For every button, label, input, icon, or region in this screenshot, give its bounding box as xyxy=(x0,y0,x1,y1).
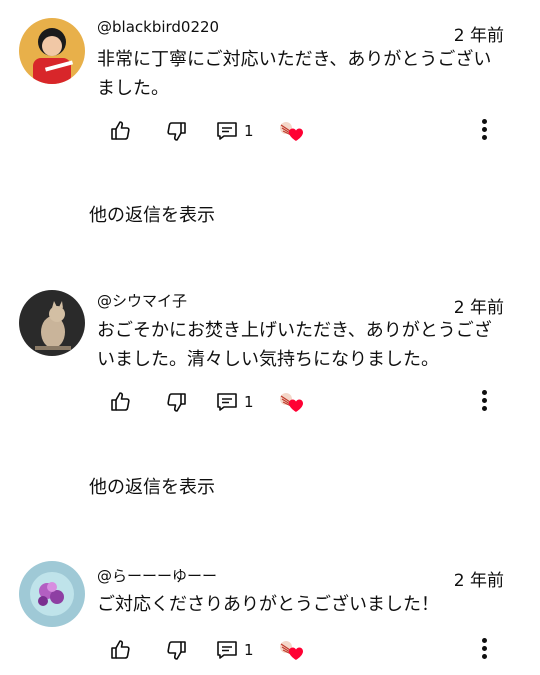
comment-time[interactable]: 2 年前 xyxy=(454,566,504,591)
more-options-button[interactable] xyxy=(474,116,494,146)
like-button[interactable] xyxy=(108,116,132,146)
avatar[interactable] xyxy=(19,561,85,627)
more-options-button[interactable] xyxy=(474,387,494,417)
show-more-replies-button[interactable]: 他の返信を表示 xyxy=(89,201,215,227)
dislike-icon xyxy=(167,393,186,412)
creator-heart-icon xyxy=(280,122,303,141)
like-icon xyxy=(111,640,130,659)
more-vert-icon xyxy=(482,119,487,124)
avatar[interactable] xyxy=(19,18,85,84)
dislike-button[interactable] xyxy=(165,387,189,417)
creator-heart-icon xyxy=(280,393,303,412)
comment-actions: 1 xyxy=(108,635,508,665)
reply-icon xyxy=(217,641,237,659)
dislike-button[interactable] xyxy=(165,116,189,146)
creator-heart xyxy=(277,635,305,665)
more-vert-icon xyxy=(482,638,487,643)
avatar[interactable] xyxy=(19,290,85,356)
comment-time[interactable]: 2 年前 xyxy=(454,21,504,46)
like-icon xyxy=(111,392,130,411)
reply-count: 1 xyxy=(244,641,254,659)
reply-icon xyxy=(217,122,237,140)
like-icon xyxy=(111,121,130,140)
reply-icon xyxy=(217,393,237,411)
comment-time[interactable]: 2 年前 xyxy=(454,293,504,318)
creator-heart xyxy=(277,116,305,146)
reply-count: 1 xyxy=(244,393,254,411)
comment-author[interactable]: @blackbird0220 xyxy=(97,18,219,36)
reply-button[interactable]: 1 xyxy=(215,635,254,665)
show-more-replies-button[interactable]: 他の返信を表示 xyxy=(89,473,215,499)
creator-heart-icon xyxy=(280,641,303,660)
dislike-icon xyxy=(167,641,186,660)
comment-author[interactable]: @らーーーゆーー xyxy=(97,565,217,586)
comment-text: おごそかにお焚き上げいただき、ありがとうございました。清々しい気持ちになりました… xyxy=(97,320,492,370)
more-vert-icon xyxy=(482,390,487,395)
comment-actions: 1 xyxy=(108,116,508,146)
comment-actions: 1 xyxy=(108,387,508,417)
more-options-button[interactable] xyxy=(474,635,494,665)
comment-author[interactable]: @シウマイ子 xyxy=(97,290,187,311)
comment-text: ご対応くださりありがとうございました！ xyxy=(97,594,439,615)
dislike-icon xyxy=(167,122,186,141)
like-button[interactable] xyxy=(108,387,132,417)
reply-button[interactable]: 1 xyxy=(215,116,254,146)
comment-text: 非常に丁寧にご対応いただき、ありがとうございました。 xyxy=(97,49,492,99)
like-button[interactable] xyxy=(108,635,132,665)
creator-heart xyxy=(277,387,305,417)
reply-button[interactable]: 1 xyxy=(215,387,254,417)
dislike-button[interactable] xyxy=(165,635,189,665)
reply-count: 1 xyxy=(244,122,254,140)
